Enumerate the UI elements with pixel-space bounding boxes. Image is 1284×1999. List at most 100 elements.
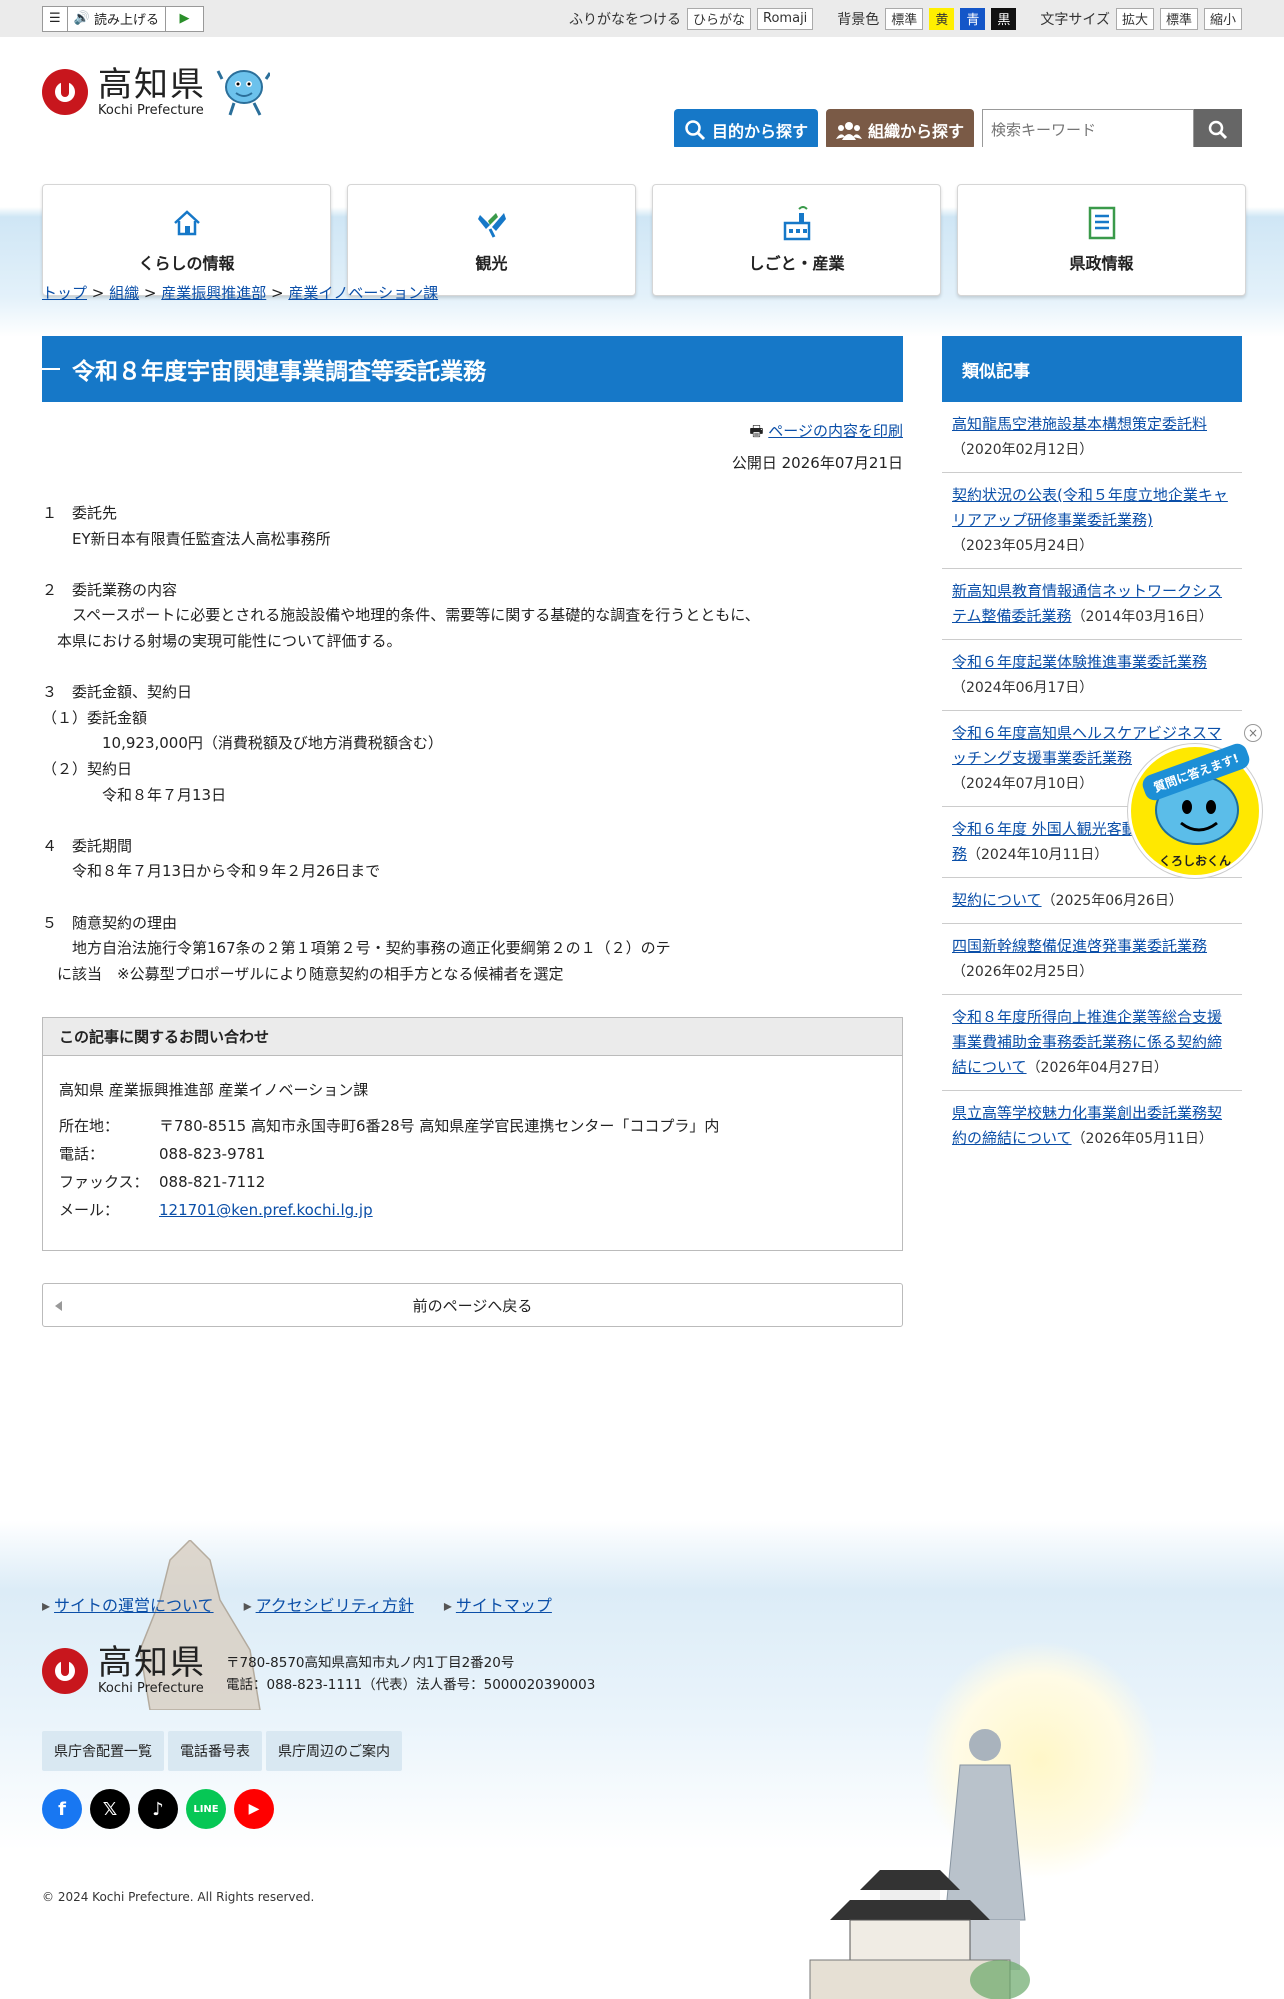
hiragana-button[interactable]: ひらがな xyxy=(687,7,752,30)
printer-icon: 🖶 xyxy=(749,422,764,440)
address-label: 所在地： xyxy=(59,1117,120,1136)
play-icon: ▶ xyxy=(179,11,190,26)
prefecture-emblem-icon xyxy=(42,69,88,115)
bg-standard-button[interactable]: 標準 xyxy=(885,7,924,30)
footer-link-accessibility[interactable]: アクセシビリティ方針 xyxy=(244,1592,414,1616)
breadcrumb-department[interactable]: 産業振興推進部 xyxy=(161,284,266,302)
bg-blue-button[interactable]: 青 xyxy=(960,7,986,30)
list-item: 令和６年度起業体験推進事業委託業務 （2024年06月17日） xyxy=(942,640,1242,711)
phone-label: 電話： xyxy=(59,1145,105,1164)
site-header: 高知県 Kochi Prefecture 目的から探す 組織から探す xyxy=(0,37,1284,150)
print-link[interactable]: ページの内容を印刷 xyxy=(768,422,903,440)
footer-logo-subtitle: Kochi Prefecture xyxy=(98,1681,204,1696)
footer-logo-title: 高知県 xyxy=(98,1643,206,1683)
chatbot-name: くろしおくん xyxy=(1158,854,1231,868)
footer-buttons: 県庁舎配置一覧 電話番号表 県庁周辺のご案内 xyxy=(42,1731,402,1771)
article-date: （2026年02月25日） xyxy=(952,964,1094,980)
factory-icon xyxy=(780,206,814,241)
facebook-icon[interactable]: f xyxy=(42,1789,82,1829)
mail-label: メール： xyxy=(59,1201,120,1220)
x-icon[interactable]: 𝕏 xyxy=(90,1789,130,1829)
furigana-toggle[interactable]: ふりがなをつける xyxy=(569,9,681,29)
contact-mail-link[interactable]: 121701@ken.pref.kochi.lg.jp xyxy=(159,1196,373,1224)
nav-tourism[interactable]: 観光 xyxy=(347,184,636,296)
article-date: （2023年05月24日） xyxy=(952,538,1094,554)
search-by-purpose-button[interactable]: 目的から探す xyxy=(673,109,818,150)
youtube-icon[interactable]: ▶ xyxy=(234,1789,274,1829)
search-icon xyxy=(1208,120,1228,139)
chatbot-close-button[interactable]: × xyxy=(1244,724,1262,742)
article-date: （2024年10月11日） xyxy=(967,847,1109,863)
search-submit-button[interactable] xyxy=(1194,109,1242,150)
line-icon[interactable]: LINE xyxy=(186,1789,226,1829)
area-guide-button[interactable]: 県庁周辺のご案内 xyxy=(266,1731,402,1771)
list-item: 契約状況の公表(令和５年度立地企業キャリアアップ研修事業委託業務) （2023年0… xyxy=(942,473,1242,569)
footer-logo[interactable]: 高知県 Kochi Prefecture xyxy=(42,1646,206,1695)
list-item: 新高知県教育情報通信ネットワークシステム整備委託業務（2014年03月16日） xyxy=(942,569,1242,640)
similar-article-link[interactable]: 四国新幹線整備促進啓発事業委託業務 xyxy=(952,937,1207,955)
contact-address: 〒780-8515 高知市永国寺町6番28号 高知県産学官民連携センター「ココプ… xyxy=(159,1117,720,1136)
contact-heading: この記事に関するお問い合わせ xyxy=(43,1018,902,1057)
copyright: © 2024 Kochi Prefecture. All Rights rese… xyxy=(42,1890,315,1904)
main-content: 令和８年度宇宙関連事業調査等委託業務 🖶 ページの内容を印刷 公開日 2026年… xyxy=(42,336,903,1328)
tiktok-icon[interactable]: ♪ xyxy=(138,1789,178,1829)
search-input[interactable] xyxy=(982,109,1194,150)
social-links: f 𝕏 ♪ LINE ▶ xyxy=(42,1789,274,1829)
breadcrumb: トップ > 組織 > 産業振興推進部 > 産業イノベーション課 xyxy=(42,284,439,302)
similar-article-link[interactable]: 契約状況の公表(令和５年度立地企業キャリアアップ研修事業委託業務) xyxy=(952,486,1228,529)
building-layout-button[interactable]: 県庁舎配置一覧 xyxy=(42,1731,164,1771)
article-date: （2025年06月26日） xyxy=(1041,893,1183,909)
font-large-button[interactable]: 拡大 xyxy=(1115,7,1154,30)
search-by-organization-button[interactable]: 組織から探す xyxy=(825,109,974,150)
site-logo[interactable]: 高知県 Kochi Prefecture xyxy=(42,67,272,118)
nav-prefectural-admin[interactable]: 県政情報 xyxy=(957,184,1246,296)
similar-article-link[interactable]: 高知龍馬空港施設基本構想策定委託料 xyxy=(952,415,1207,433)
similar-article-link[interactable]: 契約について xyxy=(952,891,1042,909)
article-date: （2020年02月12日） xyxy=(952,442,1094,458)
page-title: 令和８年度宇宙関連事業調査等委託業務 xyxy=(42,336,903,402)
footer-address-block: 〒780-8570高知県高知市丸ノ内1丁目2番20号 電話：088-823-11… xyxy=(226,1652,595,1696)
breadcrumb-organization[interactable]: 組織 xyxy=(109,284,139,302)
font-small-button[interactable]: 縮小 xyxy=(1203,7,1242,30)
contact-dept: 高知県 産業振興推進部 産業イノベーション課 xyxy=(59,1081,369,1100)
chatbot-launcher[interactable]: 質問に答えます! くろしおくん xyxy=(1128,740,1262,878)
play-button[interactable]: ▶ xyxy=(166,5,204,32)
people-icon xyxy=(835,121,862,140)
menu-button[interactable]: ☰ xyxy=(42,5,68,32)
back-button[interactable]: 前のページへ戻る xyxy=(42,1283,903,1328)
list-item: 令和８年度所得向上推進企業等総合支援事業費補助金事務委託業務に係る契約締結につい… xyxy=(942,995,1242,1091)
fax-label: ファックス： xyxy=(59,1173,149,1192)
footer-address: 〒780-8570高知県高知市丸ノ内1丁目2番20号 xyxy=(226,1655,515,1671)
magnifier-icon xyxy=(685,119,706,140)
global-nav-area: くらしの情報 観光 しごと・産業 県政情報 トップ > 組織 > 産業振興推進部… xyxy=(0,147,1284,337)
footer-link-sitemap[interactable]: サイトマップ xyxy=(444,1592,552,1616)
sidebar-heading: 類似記事 xyxy=(942,336,1242,402)
font-size-label: 文字サイズ xyxy=(1040,11,1110,28)
contact-box: この記事に関するお問い合わせ 高知県 産業振興推進部 産業イノベーション課 所在… xyxy=(42,1017,903,1252)
nav-living[interactable]: くらしの情報 xyxy=(42,184,331,296)
article-body: １ 委託先 EY新日本有限責任監査法人高松事務所 ２ 委託業務の内容 スペースポ… xyxy=(42,504,760,983)
prefecture-emblem-icon xyxy=(42,1647,88,1694)
list-item: 県立高等学校魅力化事業創出委託業務契約の締結について（2026年05月11日） xyxy=(942,1091,1242,1161)
phone-list-button[interactable]: 電話番号表 xyxy=(168,1731,262,1771)
read-aloud-button[interactable]: 🔊 読み上げる xyxy=(67,5,166,32)
bg-yellow-button[interactable]: 黄 xyxy=(929,7,955,30)
similar-article-link[interactable]: 令和６年度起業体験推進事業委託業務 xyxy=(952,653,1207,671)
site-search xyxy=(982,109,1242,150)
article-date: （2026年05月11日） xyxy=(1071,1131,1213,1147)
font-standard-button[interactable]: 標準 xyxy=(1159,7,1198,30)
contact-phone: 088-823-9781 xyxy=(159,1145,266,1164)
utility-bar: ☰ 🔊 読み上げる ▶ ふりがなをつける ひらがな Romaji 背景色 標準 … xyxy=(0,0,1284,37)
speaker-icon: 🔊 xyxy=(73,11,90,26)
bg-black-button[interactable]: 黒 xyxy=(991,7,1017,30)
footer-link-site-operation[interactable]: サイトの運営について xyxy=(42,1592,214,1616)
breadcrumb-section[interactable]: 産業イノベーション課 xyxy=(288,284,438,302)
romaji-button[interactable]: Romaji xyxy=(757,7,814,30)
logo-subtitle: Kochi Prefecture xyxy=(98,102,204,118)
nav-work-industry[interactable]: しごと・産業 xyxy=(652,184,941,296)
breadcrumb-top[interactable]: トップ xyxy=(42,284,87,302)
document-icon xyxy=(1085,206,1119,240)
bg-color-label: 背景色 xyxy=(837,11,880,28)
contact-fax: 088-821-7112 xyxy=(159,1173,266,1192)
mascot-icon xyxy=(216,67,272,117)
